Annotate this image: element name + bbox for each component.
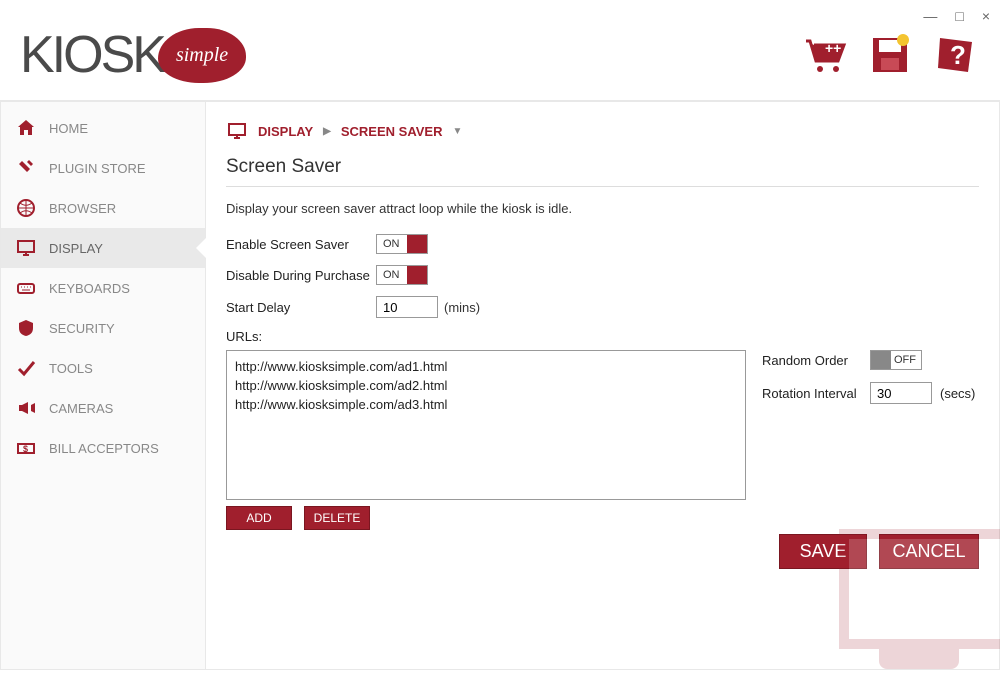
plug-icon [15,157,37,179]
url-item[interactable]: http://www.kiosksimple.com/ad1.html [235,357,737,376]
save-button[interactable]: SAVE [779,534,867,569]
sidebar-item-label: BILL ACCEPTORS [49,441,159,456]
cart-plus-icon[interactable]: ++ [800,33,850,77]
sidebar-item-label: BROWSER [49,201,116,216]
url-item[interactable]: http://www.kiosksimple.com/ad2.html [235,376,737,395]
logo-text: KIOSK [20,25,164,85]
window-maximize-button[interactable]: □ [955,8,963,24]
globe-icon [15,197,37,219]
sidebar-item-label: CAMERAS [49,401,113,416]
url-item[interactable]: http://www.kiosksimple.com/ad3.html [235,395,737,414]
breadcrumb-display[interactable]: DISPLAY [258,124,313,139]
enable-screensaver-label: Enable Screen Saver [226,237,376,252]
sidebar-item-tools[interactable]: TOOLS [1,348,205,388]
svg-text:$: $ [23,444,28,454]
svg-text:?: ? [950,40,966,70]
camera-icon [15,397,37,419]
breadcrumb-screen-saver[interactable]: SCREEN SAVER [341,124,443,139]
sidebar-item-display[interactable]: DISPLAY [1,228,205,268]
sidebar-item-keyboards[interactable]: KEYBOARDS [1,268,205,308]
add-button[interactable]: ADD [226,506,292,530]
rotation-interval-input[interactable] [870,382,932,404]
sidebar-item-plugin-store[interactable]: PLUGIN STORE [1,148,205,188]
disable-during-purchase-label: Disable During Purchase [226,268,376,283]
rotation-interval-unit: (secs) [940,386,975,401]
page-description: Display your screen saver attract loop w… [226,187,989,234]
logo-bubble: simple [158,28,246,83]
window-close-button[interactable]: × [982,8,990,24]
sidebar-item-security[interactable]: SECURITY [1,308,205,348]
decorative-monitor-graphic [799,509,999,669]
enable-screensaver-toggle[interactable]: ON [376,234,428,254]
rotation-interval-label: Rotation Interval [762,386,862,401]
help-icon[interactable]: ? [930,33,980,77]
chevron-down-icon[interactable]: ▼ [452,126,462,137]
sidebar-item-label: KEYBOARDS [49,281,130,296]
start-delay-input[interactable] [376,296,438,318]
app-logo: KIOSK simple [20,25,246,85]
sidebar-item-label: TOOLS [49,361,93,376]
sidebar-item-home[interactable]: HOME [1,108,205,148]
window-minimize-button[interactable]: — [923,8,937,24]
breadcrumb: DISPLAY ▶ SCREEN SAVER ▼ [226,116,989,156]
keyboard-icon [15,277,37,299]
home-icon [15,117,37,139]
bill-icon: $ [15,437,37,459]
chevron-right-icon: ▶ [323,126,331,137]
url-listbox[interactable]: http://www.kiosksimple.com/ad1.html http… [226,350,746,500]
start-delay-unit: (mins) [444,300,480,315]
check-icon [15,357,37,379]
sidebar-item-label: PLUGIN STORE [49,161,146,176]
sidebar-item-cameras[interactable]: CAMERAS [1,388,205,428]
delete-button[interactable]: DELETE [304,506,370,530]
save-disk-icon[interactable] [865,33,915,77]
random-order-toggle[interactable]: OFF [870,350,922,370]
urls-label: URLs: [226,329,989,344]
sidebar-item-browser[interactable]: BROWSER [1,188,205,228]
sidebar-item-label: DISPLAY [49,241,103,256]
sidebar-item-bill-acceptors[interactable]: $ BILL ACCEPTORS [1,428,205,468]
disable-during-purchase-toggle[interactable]: ON [376,265,428,285]
sidebar-item-label: SECURITY [49,321,115,336]
monitor-icon [226,120,248,142]
monitor-icon [15,237,37,259]
page-title: Screen Saver [226,156,979,187]
svg-text:++: ++ [825,40,841,56]
shield-icon [15,317,37,339]
sidebar: HOME PLUGIN STORE BROWSER DISPLAY KEYBOA… [0,102,206,670]
start-delay-label: Start Delay [226,300,376,315]
random-order-label: Random Order [762,353,862,368]
sidebar-item-label: HOME [49,121,88,136]
cancel-button[interactable]: CANCEL [879,534,979,569]
